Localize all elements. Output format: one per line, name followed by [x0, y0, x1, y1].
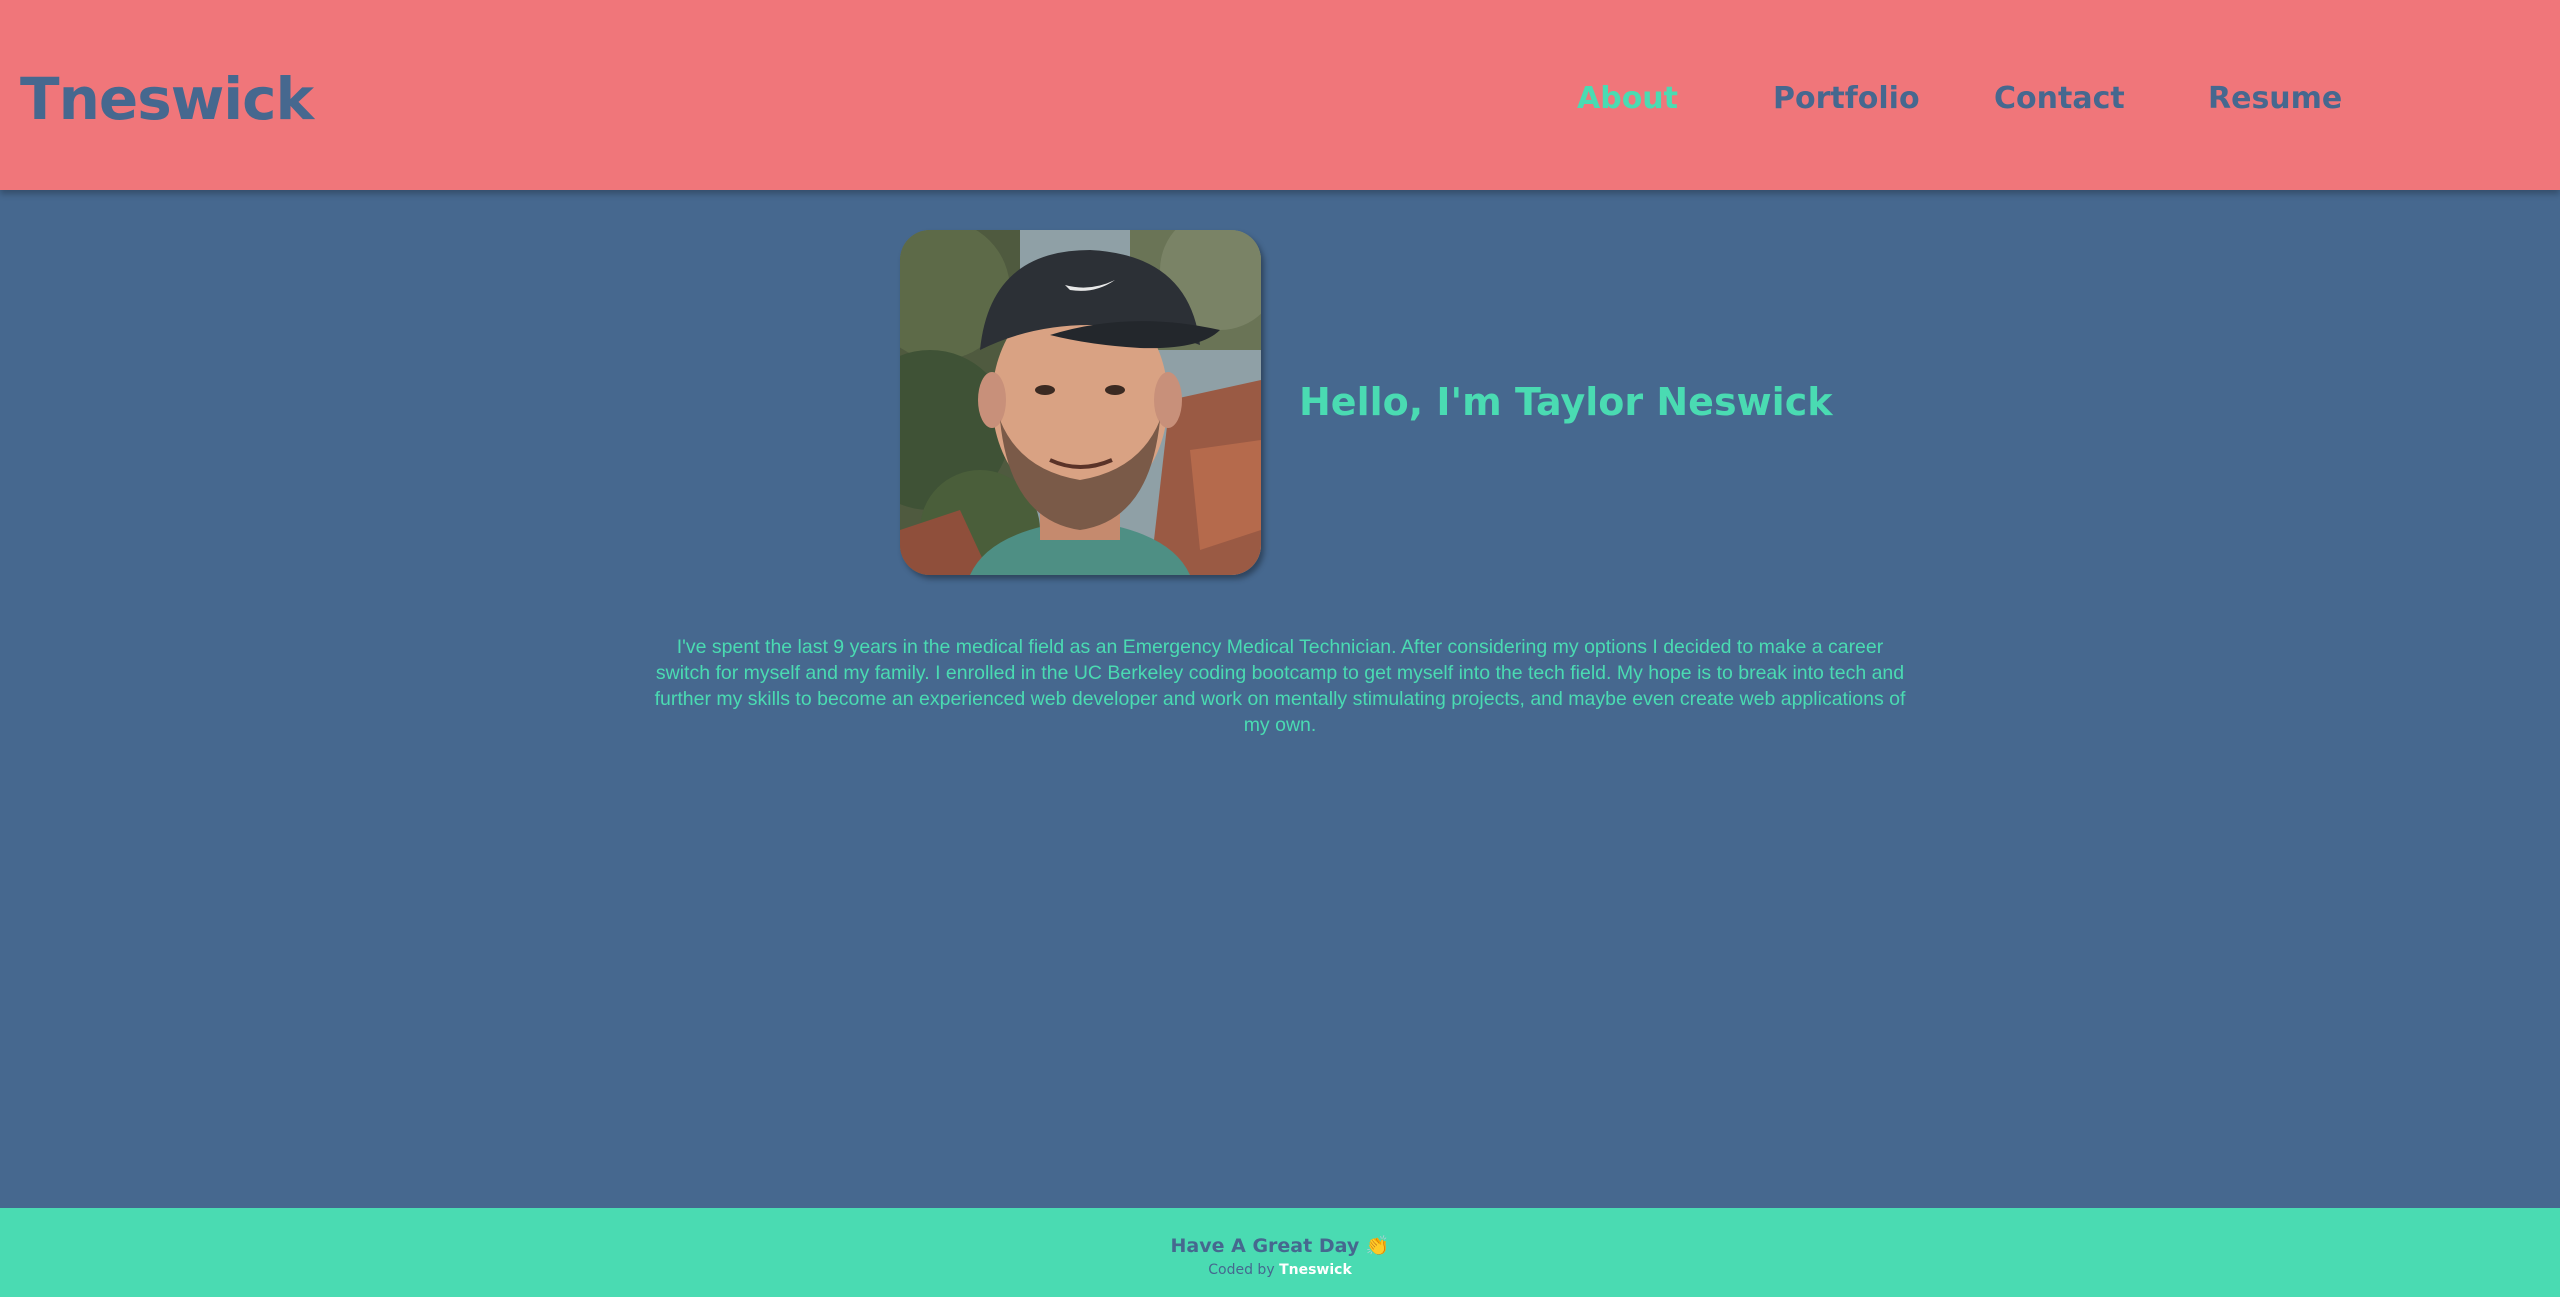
- footer-credit: Coded by Tneswick: [0, 1261, 2560, 1279]
- footer-credit-prefix: Coded by: [1208, 1262, 1280, 1278]
- site-header: Tneswick About Portfolio Contact Resume: [0, 0, 2560, 190]
- bio-paragraph: I've spent the last 9 years in the medic…: [654, 636, 1906, 736]
- about-section: Hello, I'm Taylor Neswick I've spent the…: [0, 190, 2560, 1208]
- profile-photo: [900, 230, 1261, 575]
- nav-contact[interactable]: Contact: [1994, 76, 2125, 122]
- footer-credit-link[interactable]: Tneswick: [1279, 1262, 1352, 1278]
- site-footer: Have A Great Day 👏 Coded by Tneswick: [0, 1208, 2560, 1297]
- nav-resume[interactable]: Resume: [2208, 76, 2342, 122]
- brand-logo[interactable]: Tneswick: [20, 64, 314, 134]
- footer-message: Have A Great Day 👏: [1170, 1235, 1390, 1257]
- greeting-heading: Hello, I'm Taylor Neswick: [1299, 380, 1833, 424]
- nav-about[interactable]: About: [1577, 76, 1678, 122]
- nav-portfolio[interactable]: Portfolio: [1773, 76, 1920, 122]
